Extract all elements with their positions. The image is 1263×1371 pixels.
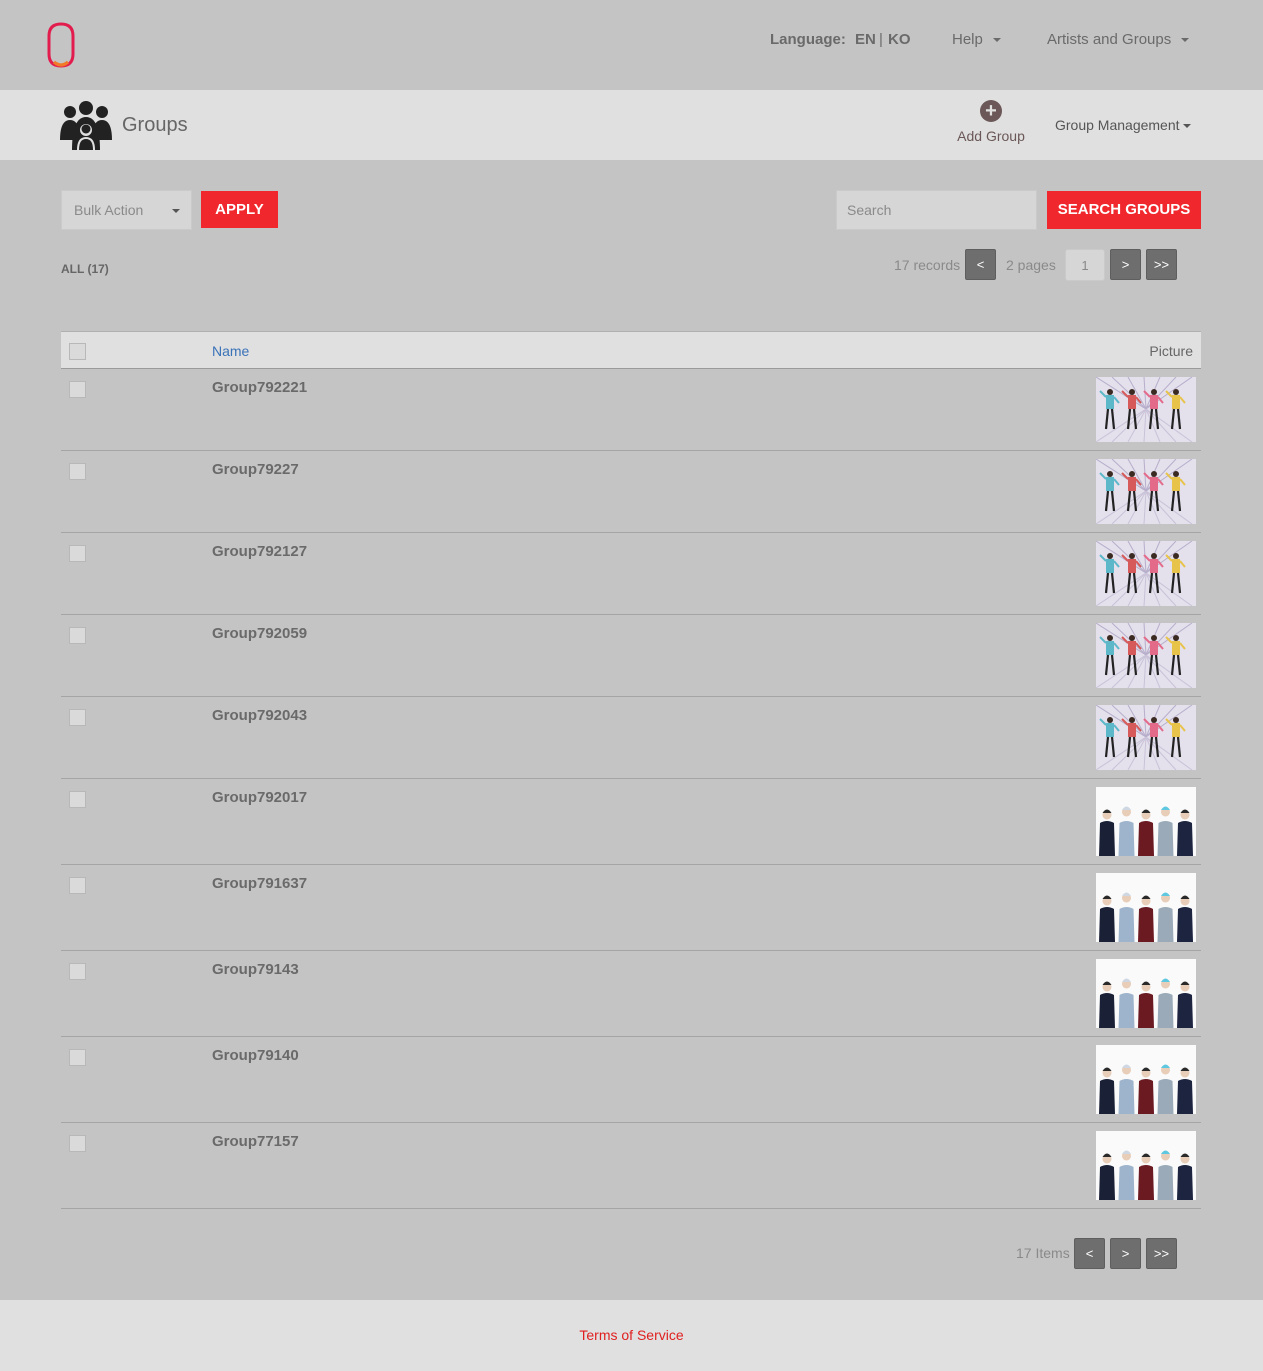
group-name-link[interactable]: Group792017 [212,789,307,806]
page-title: Groups [122,114,188,136]
group-name-link[interactable]: Group79227 [212,461,299,478]
table-row: Group77157 [61,1123,1201,1209]
table-row: Group792221 [61,369,1201,451]
search-input[interactable] [836,190,1037,230]
plus-circle-icon: + [980,100,1002,122]
row-checkbox[interactable] [69,877,86,894]
group-photo-thumbnail[interactable] [1096,1131,1196,1200]
page-number-input[interactable] [1065,249,1105,281]
bulk-action-value: Bulk Action [74,202,144,218]
group-name-link[interactable]: Group77157 [212,1133,299,1150]
row-checkbox[interactable] [69,791,86,808]
language-separator: | [879,31,883,48]
group-photo-thumbnail[interactable] [1096,377,1196,442]
add-group-button[interactable]: + Add Group [950,100,1032,144]
group-photo-thumbnail[interactable] [1096,1045,1196,1114]
last-page-button-bottom[interactable]: >> [1146,1238,1177,1269]
filter-all-link[interactable]: ALL (17) [61,262,109,276]
groups-icon [60,101,112,150]
add-group-label: Add Group [957,128,1025,144]
group-name-link[interactable]: Group79143 [212,961,299,978]
picture-column-header: Picture [1149,343,1193,359]
table-row: Group792017 [61,779,1201,865]
table-row: Group79143 [61,951,1201,1037]
artists-groups-menu[interactable]: Artists and Groups [1047,31,1190,48]
terms-of-service-link[interactable]: Terms of Service [0,1327,1263,1343]
row-checkbox[interactable] [69,381,86,398]
artists-groups-menu-label: Artists and Groups [1047,31,1172,48]
row-checkbox[interactable] [69,463,86,480]
group-management-label: Group Management [1055,117,1180,133]
group-photo-thumbnail[interactable] [1096,959,1196,1028]
table-row: Group792127 [61,533,1201,615]
name-column-header[interactable]: Name [212,343,249,359]
group-name-link[interactable]: Group792043 [212,707,307,724]
group-name-link[interactable]: Group792059 [212,625,307,642]
language-en-link[interactable]: EN [855,31,876,48]
table-row: Group792059 [61,615,1201,697]
last-page-button[interactable]: >> [1146,249,1177,280]
table-row: Group79140 [61,1037,1201,1123]
table-header: Name Picture [61,331,1201,369]
next-page-button[interactable]: > [1110,249,1141,280]
group-photo-thumbnail[interactable] [1096,541,1196,606]
language-label: Language: [770,31,846,48]
items-count: 17 Items [1016,1245,1070,1261]
group-photo-thumbnail[interactable] [1096,459,1196,524]
groups-table: Name Picture Group792221 Group79227 Group7… [61,331,1201,1209]
records-count: 17 records [894,257,961,273]
row-checkbox[interactable] [69,963,86,980]
search-groups-button[interactable]: SEARCH GROUPS [1047,191,1201,229]
group-name-link[interactable]: Group792127 [212,543,307,560]
chevron-down-icon [1181,38,1190,43]
group-name-link[interactable]: Group792221 [212,379,307,396]
row-checkbox[interactable] [69,709,86,726]
chevron-down-icon [992,38,1001,43]
row-checkbox[interactable] [69,1049,86,1066]
pages-count: 2 pages [1006,257,1056,273]
group-photo-thumbnail[interactable] [1096,705,1196,770]
table-body: Group792221 Group79227 Group792127 Group792… [61,369,1201,1209]
row-checkbox[interactable] [69,627,86,644]
group-name-link[interactable]: Group791637 [212,875,307,892]
chevron-down-icon [1182,124,1191,129]
group-photo-thumbnail[interactable] [1096,873,1196,942]
next-page-button-bottom[interactable]: > [1110,1238,1141,1269]
table-row: Group79227 [61,451,1201,533]
group-name-link[interactable]: Group79140 [212,1047,299,1064]
row-checkbox[interactable] [69,1135,86,1152]
apply-button[interactable]: APPLY [201,191,278,228]
group-photo-thumbnail[interactable] [1096,623,1196,688]
help-menu-label: Help [952,31,983,48]
chevron-down-icon [172,209,180,213]
row-checkbox[interactable] [69,545,86,562]
group-photo-thumbnail[interactable] [1096,787,1196,856]
table-row: Group791637 [61,865,1201,951]
bulk-action-select[interactable]: Bulk Action [61,190,192,230]
table-row: Group792043 [61,697,1201,779]
brand-logo-icon[interactable] [44,22,78,68]
language-ko-link[interactable]: KO [888,31,911,48]
help-menu[interactable]: Help [952,31,1001,48]
group-management-menu[interactable]: Group Management [1055,117,1191,133]
prev-page-button-bottom[interactable]: < [1074,1238,1105,1269]
prev-page-button[interactable]: < [965,249,996,280]
select-all-checkbox[interactable] [69,343,86,360]
